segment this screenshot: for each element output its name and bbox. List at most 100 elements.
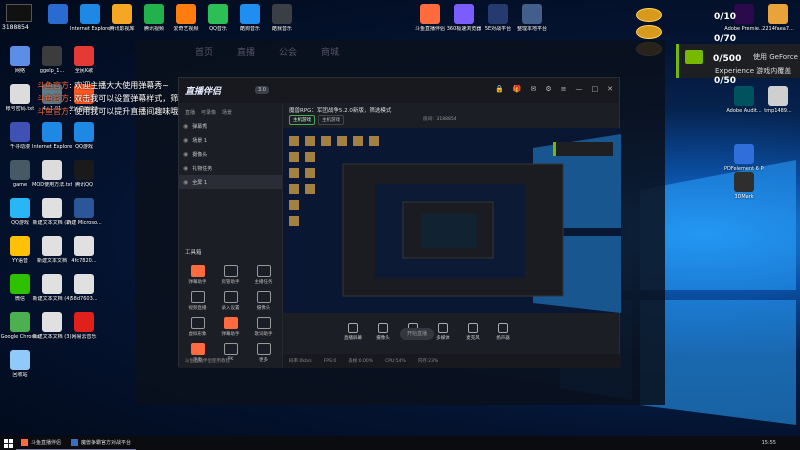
tool-label: 录入设置 [221, 306, 240, 311]
settings-icon[interactable]: ⚙ [545, 85, 551, 93]
tool-icon [223, 291, 238, 303]
desktop-icon[interactable]: 4fc7820... [64, 236, 104, 264]
mail-icon[interactable]: ✉ [530, 85, 536, 93]
app-icon [71, 439, 79, 446]
app-icon [48, 4, 68, 24]
tool-item[interactable]: 弹幕助手 [181, 265, 214, 285]
desktop-icon[interactable]: 新建 Microso... [64, 198, 104, 226]
tool-item[interactable]: 虚拟形象 [181, 317, 214, 337]
desktop-icon[interactable]: 回收站 [0, 350, 40, 378]
desktop-icon[interactable]: QQ游戏 [64, 122, 104, 150]
app-icon [272, 4, 292, 24]
tool-item[interactable]: 视频直播 [181, 291, 214, 311]
status-bar: 码率:0kb/s FPS:0 丢帧:0.00% CPU:54% 内存:23% [283, 354, 621, 368]
source-item[interactable]: ◉ 场景 1 [179, 133, 282, 147]
control-button[interactable]: 麦克风 [463, 323, 483, 341]
minimize-icon[interactable]: — [576, 85, 583, 93]
desktop-icon[interactable]: 3DMark [724, 172, 764, 200]
desktop-icon[interactable]: 腾讯QQ [64, 160, 104, 188]
live-companion-window: 直播伴侣 3.0 🔒 🎁 ✉ ⚙ ≡ — □ ✕ 直播 可录像 场景 ◉ 弹幕秀 ◉… [178, 77, 621, 368]
desktop-icon[interactable]: 2214faea7... [758, 4, 798, 32]
desktop-icon[interactable]: PDFelement 6 Pro [724, 144, 764, 172]
taskbar-item[interactable]: 魔兽争霸官方对战平台 [66, 436, 137, 450]
source-name: 弹幕秀 [192, 123, 208, 130]
eye-icon[interactable]: ◉ [183, 179, 188, 186]
tool-item[interactable]: 弹幕助手 [214, 317, 247, 337]
status-item: 码率:0kb/s [289, 359, 312, 364]
tool-item[interactable]: 摄像头 [247, 291, 280, 311]
app-icon [42, 160, 62, 180]
tool-label: 房管助手 [221, 280, 240, 285]
app-icon [74, 236, 94, 256]
desktop-badge [6, 4, 32, 22]
source-item[interactable]: ◉ 弹幕秀 [179, 119, 282, 133]
geforce-experience-overlay[interactable]: 0/500 使用 GeForce Experience 游戏内覆盖 [676, 44, 800, 78]
app-icon [10, 198, 30, 218]
tool-item[interactable]: 房管助手 [214, 265, 247, 285]
stream-title[interactable]: 魔兽RPG：军团战争5.2.0新版，筛选模式 [289, 106, 391, 114]
desktop-icon[interactable]: tmp1489... [758, 86, 798, 114]
gift-icon[interactable]: 🎁 [513, 85, 522, 93]
app-icon [10, 312, 30, 332]
category-tag[interactable]: 主机游戏 [289, 115, 315, 125]
desktop-icon-label: 网易云音乐 [71, 334, 97, 340]
footer-note[interactable]: 斗鱼直播伴侣使用教程 [185, 358, 230, 364]
control-button[interactable]: 扬声器 [493, 323, 513, 341]
desktop-icon[interactable]: 整理本地平台 [512, 4, 552, 32]
app-icon [420, 4, 440, 24]
app-icon [80, 4, 100, 24]
lock-icon[interactable]: 🔒 [495, 85, 504, 93]
tab-live[interactable]: 直播 [185, 109, 195, 116]
bg-nav-item: 首页 [195, 47, 214, 58]
tool-item[interactable]: 主播任务 [247, 265, 280, 285]
menu-icon[interactable]: ≡ [561, 85, 567, 93]
go-live-button[interactable]: 开始直播 [400, 328, 434, 340]
control-icon [438, 323, 448, 333]
control-button[interactable]: 多媒体 [433, 323, 453, 341]
desktop-icon-label: 腾讯QQ [75, 182, 93, 188]
tool-label: 视频直播 [188, 306, 207, 311]
close-icon[interactable]: ✕ [607, 85, 613, 93]
taskbar: 斗鱼直播伴侣 魔兽争霸官方对战平台 15:55 [0, 436, 800, 450]
desktop-icon-label: tmp1489... [764, 108, 792, 114]
clock[interactable]: 15:55 [762, 440, 800, 446]
desktop-icon[interactable]: 全民K歌 [64, 46, 104, 74]
desktop-icon-label: 3DMark [734, 194, 754, 200]
app-icon [734, 86, 754, 106]
desktop-icon-label: 4fc7820... [71, 258, 97, 264]
tool-item[interactable]: 歌词助手 [247, 317, 280, 337]
eye-icon[interactable]: ◉ [183, 123, 188, 130]
tab-record[interactable]: 可录像 [201, 109, 216, 116]
source-item[interactable]: ◉ 全屏 1 [179, 175, 282, 189]
maximize-icon[interactable]: □ [592, 85, 599, 93]
source-list: ◉ 弹幕秀 ◉ 场景 1 ◉ 摄像头 ◉ 礼物任务 ◉ 全屏 1 [179, 119, 282, 189]
desktop-icon[interactable]: 网易云音乐 [64, 312, 104, 340]
tool-item[interactable]: 更多 [247, 343, 280, 363]
status-item: CPU:54% [385, 358, 406, 364]
app-icon [74, 160, 94, 180]
app-icon [10, 236, 30, 256]
desktop-icon[interactable]: 酷我音乐 [262, 4, 302, 32]
desktop-icon[interactable]: 58d7603... [64, 274, 104, 302]
status-item: FPS:0 [323, 358, 337, 364]
source-item[interactable]: ◉ 礼物任务 [179, 161, 282, 175]
eye-icon[interactable]: ◉ [183, 165, 188, 172]
left-panel: 直播 可录像 场景 ◉ 弹幕秀 ◉ 场景 1 ◉ 摄像头 ◉ 礼物任务 ◉ 全屏 1 工具箱 弹幕… [179, 103, 283, 368]
taskbar-item[interactable]: 斗鱼直播伴侣 [16, 436, 67, 450]
tab-scene[interactable]: 场景 [222, 109, 232, 116]
control-button[interactable]: 直播屏幕 [343, 323, 363, 341]
bg-nav-item: 公会 [279, 47, 298, 58]
eye-icon[interactable]: ◉ [183, 151, 188, 158]
stream-preview[interactable] [283, 128, 621, 313]
app-icon [10, 350, 30, 370]
category-tag[interactable]: 主机游戏 [318, 115, 344, 125]
app-icon [74, 122, 94, 142]
eye-icon[interactable]: ◉ [183, 137, 188, 144]
start-icon[interactable] [0, 436, 16, 450]
tool-item[interactable]: 录入设置 [214, 291, 247, 311]
app-icon [734, 172, 754, 192]
desktop-icon-label: 回收站 [12, 372, 28, 378]
source-item[interactable]: ◉ 摄像头 [179, 147, 282, 161]
app-icon [734, 144, 754, 164]
control-button[interactable]: 摄像头 [373, 323, 393, 341]
